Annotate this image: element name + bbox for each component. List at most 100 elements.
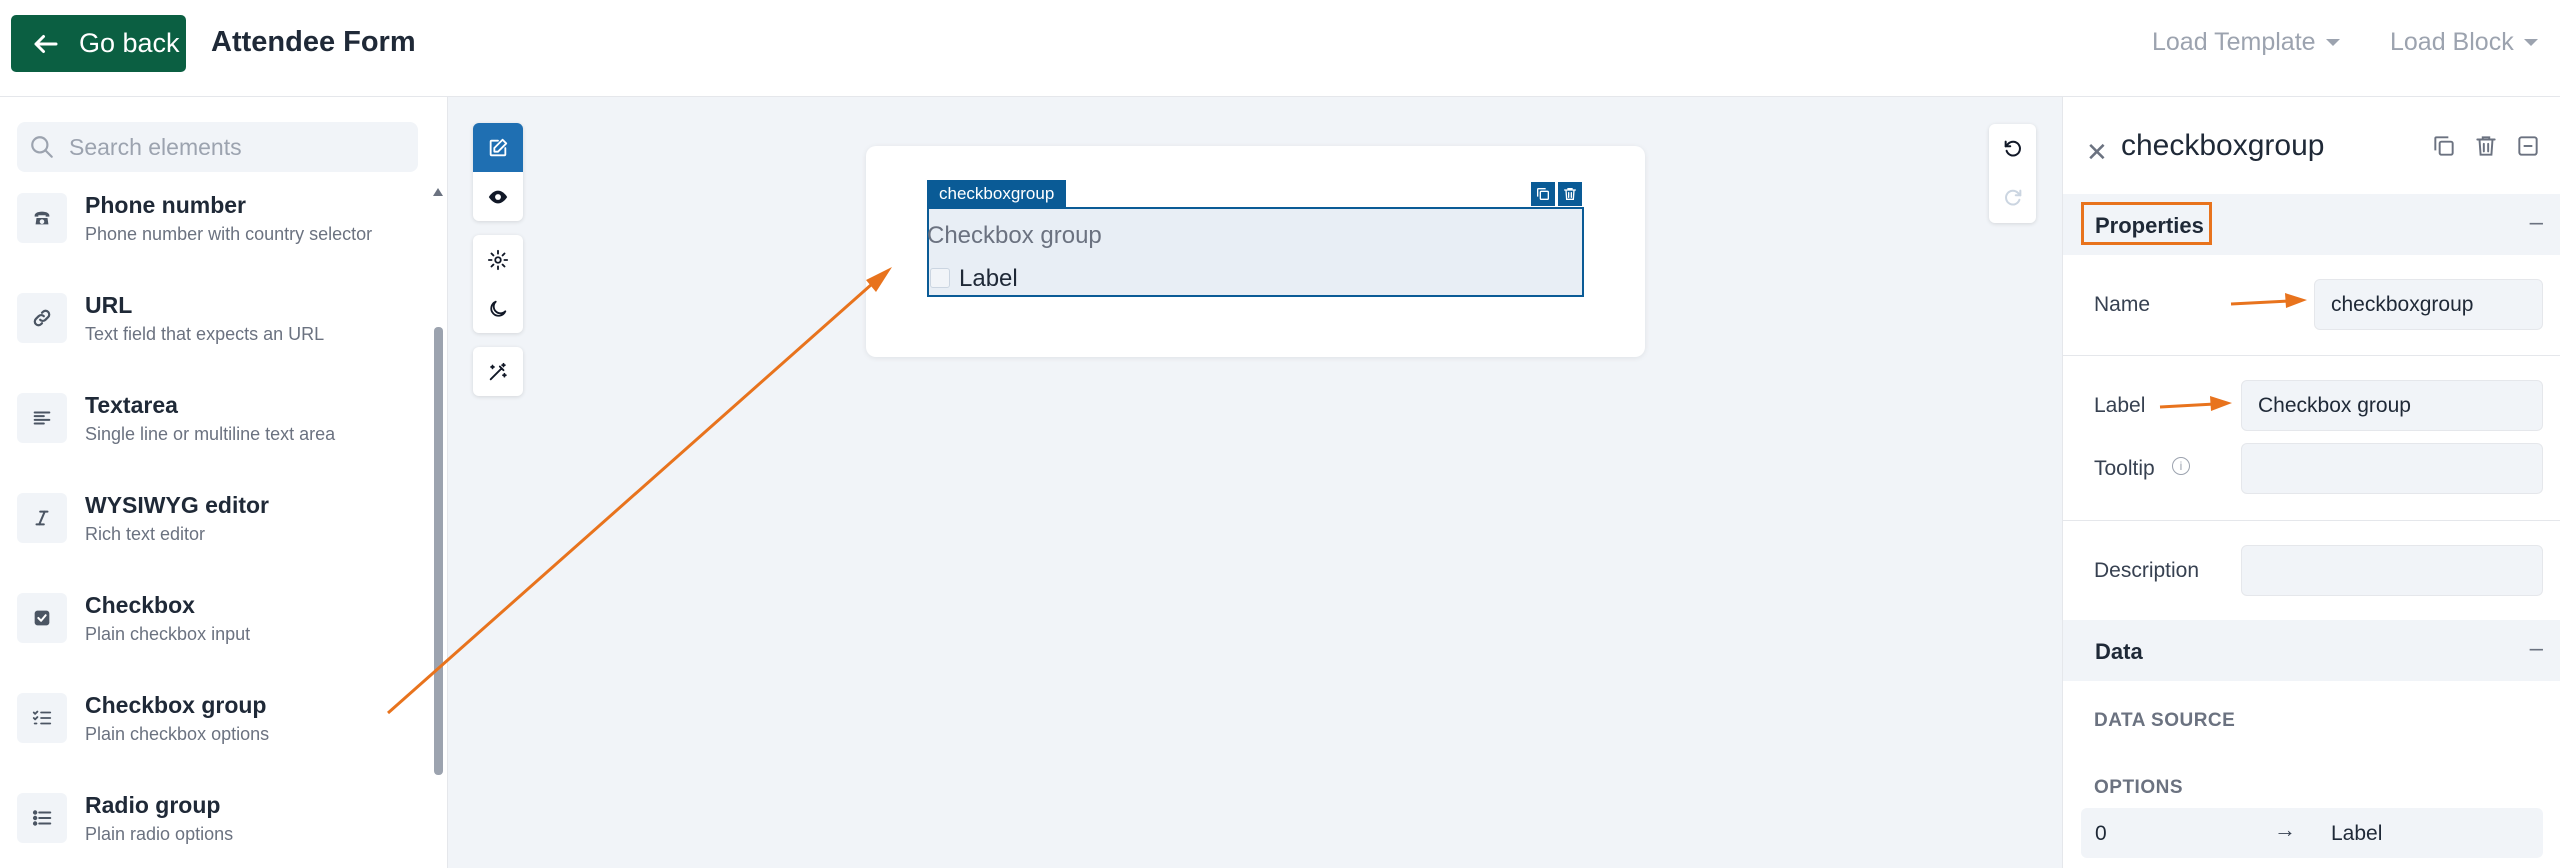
collapse-icon[interactable]: –: [2530, 209, 2543, 237]
data-source-heading: DATA SOURCE: [2094, 710, 2236, 731]
redo-icon: [2004, 189, 2021, 206]
name-field-label: Name: [2094, 293, 2151, 316]
auto-generate-button[interactable]: [473, 347, 523, 396]
data-section-header[interactable]: Data –: [2063, 620, 2560, 681]
checkbox-option[interactable]: [930, 268, 950, 288]
load-block-menu[interactable]: Load Block: [2390, 28, 2538, 57]
view-toolbar: [473, 123, 523, 221]
checklist-icon: [17, 693, 67, 743]
label-input[interactable]: [2241, 380, 2543, 431]
list-icon: [17, 793, 67, 843]
dark-mode-button[interactable]: [473, 284, 523, 333]
collapse-icon[interactable]: –: [2530, 635, 2543, 663]
element-name: Textarea: [85, 391, 178, 418]
selected-element-outline[interactable]: [927, 207, 1584, 297]
element-radio-group[interactable]: Radio group Plain radio options: [17, 783, 417, 853]
undo-button[interactable]: [1989, 124, 2036, 173]
chevron-down-icon: [2325, 39, 2340, 46]
element-desc: Plain checkbox options: [85, 723, 270, 744]
close-icon[interactable]: ✕: [2086, 137, 2108, 168]
checkbox-icon: [17, 593, 67, 643]
element-textarea[interactable]: Textarea Single line or multiline text a…: [17, 383, 417, 453]
page-title: Attendee Form: [211, 26, 416, 58]
element-checkbox-group[interactable]: Checkbox group Plain checkbox options: [17, 683, 417, 753]
element-name: Phone number: [85, 191, 247, 218]
go-back-label: Go back: [79, 28, 180, 58]
search-input[interactable]: [69, 133, 399, 161]
element-desc: Single line or multiline text area: [85, 423, 336, 444]
arrow-right-icon: →: [2274, 817, 2296, 842]
element-name: Radio group: [85, 791, 221, 818]
divider: [2063, 520, 2560, 521]
element-phone-number[interactable]: Phone number Phone number with country s…: [17, 183, 417, 253]
element-name: WYSIWYG editor: [85, 491, 269, 518]
history-toolbar: [1989, 124, 2036, 223]
annotation-highlight-box: [2081, 202, 2212, 245]
description-input[interactable]: [2241, 545, 2543, 596]
phone-icon: [17, 193, 67, 243]
magic-wand-icon: [489, 362, 507, 380]
delete-element-button[interactable]: [1558, 182, 1582, 206]
options-heading: OPTIONS: [2094, 777, 2184, 798]
gear-icon: [487, 249, 509, 270]
chevron-down-icon: [2523, 39, 2538, 46]
option-value[interactable]: 0: [2095, 822, 2107, 846]
search-box[interactable]: [17, 122, 418, 172]
collapse-panel-icon[interactable]: [2515, 133, 2541, 159]
selected-element-tag: checkboxgroup: [927, 180, 1067, 207]
sidebar-scrollbar[interactable]: [434, 327, 443, 775]
go-back-button[interactable]: Go back: [11, 15, 186, 72]
preview-button[interactable]: [473, 172, 523, 221]
element-wysiwyg-editor[interactable]: WYSIWYG editor Rich text editor: [17, 483, 417, 553]
load-block-label: Load Block: [2390, 28, 2514, 56]
settings-button[interactable]: [473, 235, 523, 284]
elements-sidebar: Phone number Phone number with country s…: [0, 97, 448, 868]
panel-title: checkboxgroup: [2121, 129, 2325, 162]
element-name: Checkbox group: [85, 691, 267, 718]
element-url[interactable]: URL Text field that expects an URL: [17, 283, 417, 353]
selected-element-tools: [1531, 182, 1582, 206]
element-desc: Rich text editor: [85, 523, 206, 544]
eye-icon: [488, 190, 508, 203]
top-header: Go back Attendee Form Load Template Load…: [0, 0, 2560, 97]
copy-icon: [1537, 188, 1549, 200]
magic-toolbar: [473, 347, 523, 396]
tooltip-input[interactable]: [2241, 443, 2543, 494]
description-field-label: Description: [2094, 559, 2200, 582]
moon-icon: [490, 300, 507, 317]
align-left-icon: [17, 393, 67, 443]
link-icon: [17, 293, 67, 343]
element-desc: Phone number with country selector: [85, 223, 373, 244]
element-desc: Plain radio options: [85, 823, 234, 844]
load-template-label: Load Template: [2152, 28, 2316, 56]
name-input[interactable]: [2314, 279, 2543, 330]
scroll-up-arrow[interactable]: [433, 188, 443, 196]
arrow-left-icon: [34, 34, 58, 53]
copy-icon[interactable]: [2431, 133, 2457, 159]
properties-panel: ✕ checkboxgroup Properties – Name Label …: [2062, 97, 2560, 868]
trash-icon[interactable]: [2473, 133, 2499, 159]
element-name: URL: [85, 291, 133, 318]
divider: [2063, 355, 2560, 356]
data-heading: Data: [2095, 639, 2143, 664]
element-checkbox[interactable]: Checkbox Plain checkbox input: [17, 583, 417, 653]
tooltip-field-label: Tooltip: [2094, 457, 2155, 480]
search-icon: [31, 136, 53, 158]
element-desc: Plain checkbox input: [85, 623, 251, 644]
load-template-menu[interactable]: Load Template: [2152, 28, 2340, 57]
panel-actions: [2431, 133, 2541, 159]
element-desc: Text field that expects an URL: [85, 323, 325, 344]
undo-icon: [2004, 140, 2021, 157]
checkbox-group-label: Checkbox group: [927, 222, 1102, 249]
trash-icon: [1564, 188, 1576, 200]
info-icon[interactable]: i: [2172, 457, 2190, 475]
italic-icon: [17, 493, 67, 543]
redo-button[interactable]: [1989, 173, 2036, 222]
settings-toolbar: [473, 235, 523, 333]
option-row[interactable]: 0 → Label: [2081, 808, 2543, 858]
duplicate-element-button[interactable]: [1531, 182, 1555, 206]
option-label[interactable]: Label: [2331, 822, 2382, 846]
edit-mode-button[interactable]: [473, 123, 523, 172]
checkbox-option-label: Label: [959, 265, 1018, 292]
element-name: Checkbox: [85, 591, 195, 618]
